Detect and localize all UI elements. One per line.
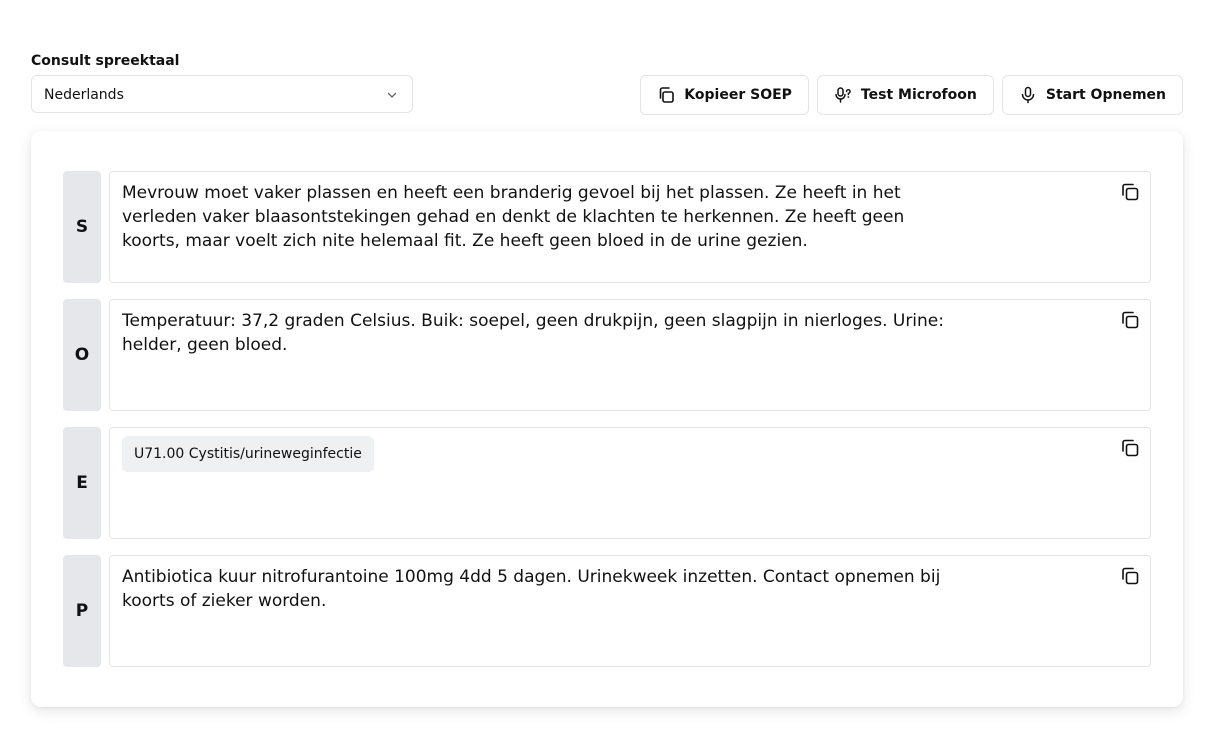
soep-letter-p: P	[63, 555, 101, 667]
copy-icon	[1122, 439, 1139, 457]
copy-icon	[1122, 567, 1139, 585]
language-select-value: Nederlands	[44, 87, 124, 103]
soep-letter-e: E	[63, 427, 101, 539]
soep-row-o: O Temperatuur: 37,2 graden Celsius. Buik…	[63, 299, 1151, 411]
page: Consult spreektaal Nederlands Kopieer SO…	[0, 0, 1213, 743]
copy-soep-button[interactable]: Kopieer SOEP	[640, 75, 809, 115]
start-recording-label: Start Opnemen	[1045, 87, 1166, 103]
copy-icon	[1122, 311, 1139, 329]
test-microphone-label: Test Microfoon	[860, 87, 977, 103]
copy-icon	[1122, 183, 1139, 201]
soep-text-p[interactable]: Antibiotica kuur nitrofurantoine 100mg 4…	[122, 565, 962, 613]
soep-field-p[interactable]: Antibiotica kuur nitrofurantoine 100mg 4…	[109, 555, 1151, 667]
microphone-question-icon	[835, 87, 851, 103]
copy-o-button[interactable]	[1119, 309, 1141, 331]
soep-row-s: S Mevrouw moet vaker plassen en heeft ee…	[63, 171, 1151, 283]
action-buttons: Kopieer SOEP Test Microfoon Start Opneme…	[640, 75, 1183, 115]
soep-row-p: P Antibiotica kuur nitrofurantoine 100mg…	[63, 555, 1151, 667]
language-label: Consult spreektaal	[31, 53, 180, 69]
copy-p-button[interactable]	[1119, 565, 1141, 587]
soep-letter-s: S	[63, 171, 101, 283]
soep-letter-o: O	[63, 299, 101, 411]
soep-row-e: E U71.00 Cystitis/urineweginfectie	[63, 427, 1151, 539]
soep-text-s[interactable]: Mevrouw moet vaker plassen en heeft een …	[122, 181, 962, 253]
copy-e-button[interactable]	[1119, 437, 1141, 459]
soep-field-e[interactable]: U71.00 Cystitis/urineweginfectie	[109, 427, 1151, 539]
language-select[interactable]: Nederlands	[31, 75, 413, 113]
soep-text-o[interactable]: Temperatuur: 37,2 graden Celsius. Buik: …	[122, 309, 962, 357]
chevron-down-icon	[387, 92, 397, 98]
soep-field-s[interactable]: Mevrouw moet vaker plassen en heeft een …	[109, 171, 1151, 283]
copy-s-button[interactable]	[1119, 181, 1141, 203]
soep-field-o[interactable]: Temperatuur: 37,2 graden Celsius. Buik: …	[109, 299, 1151, 411]
start-recording-button[interactable]: Start Opnemen	[1001, 75, 1183, 115]
soep-card: S Mevrouw moet vaker plassen en heeft ee…	[31, 131, 1183, 707]
top-bar: Consult spreektaal Nederlands Kopieer SO…	[31, 52, 1183, 116]
diagnosis-chip[interactable]: U71.00 Cystitis/urineweginfectie	[122, 436, 374, 472]
copy-soep-label: Kopieer SOEP	[684, 87, 792, 103]
microphone-icon	[1021, 86, 1035, 104]
test-microphone-button[interactable]: Test Microfoon	[816, 75, 994, 115]
copy-icon	[659, 87, 675, 103]
